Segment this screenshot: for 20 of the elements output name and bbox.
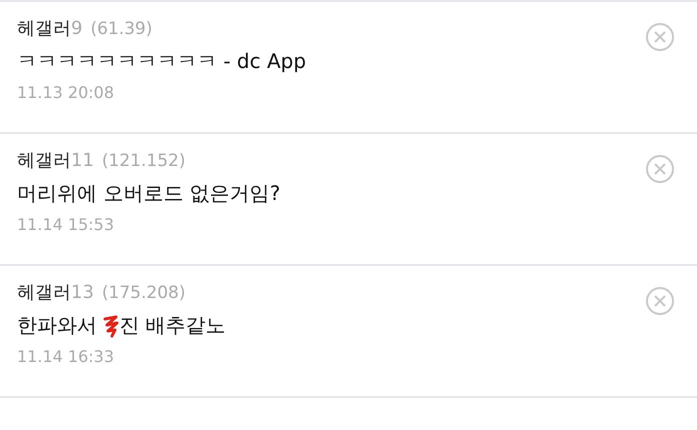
close-icon[interactable] (645, 286, 675, 316)
nickname-number: 13 (71, 282, 94, 303)
nickname-number: 9 (71, 18, 82, 39)
close-icon[interactable] (645, 154, 675, 184)
comment-text: 진 배추같노 (119, 312, 226, 339)
timestamp: 11.14 15:53 (17, 215, 115, 234)
close-icon[interactable] (645, 22, 675, 52)
nickname: 헤갤러 (17, 281, 71, 304)
nickname: 헤갤러 (17, 17, 71, 40)
timestamp: 11.13 20:08 (17, 83, 115, 102)
ip-address: (121.152) (102, 151, 186, 171)
nickname-number: 11 (71, 150, 94, 171)
ip-address: (61.39) (90, 19, 152, 39)
comment-text: ㅋㅋㅋㅋㅋㅋㅋㅋㅋㅋ - dc App (17, 48, 306, 75)
scribble-mark (103, 314, 120, 338)
comment-text: 머리위에 오버로드 없은거임? (17, 180, 280, 207)
nickname: 헤갤러 (17, 149, 71, 172)
timestamp: 11.14 16:33 (17, 347, 115, 366)
ip-address: (175.208) (102, 283, 186, 303)
comment-text: 한파와서 (17, 312, 98, 339)
